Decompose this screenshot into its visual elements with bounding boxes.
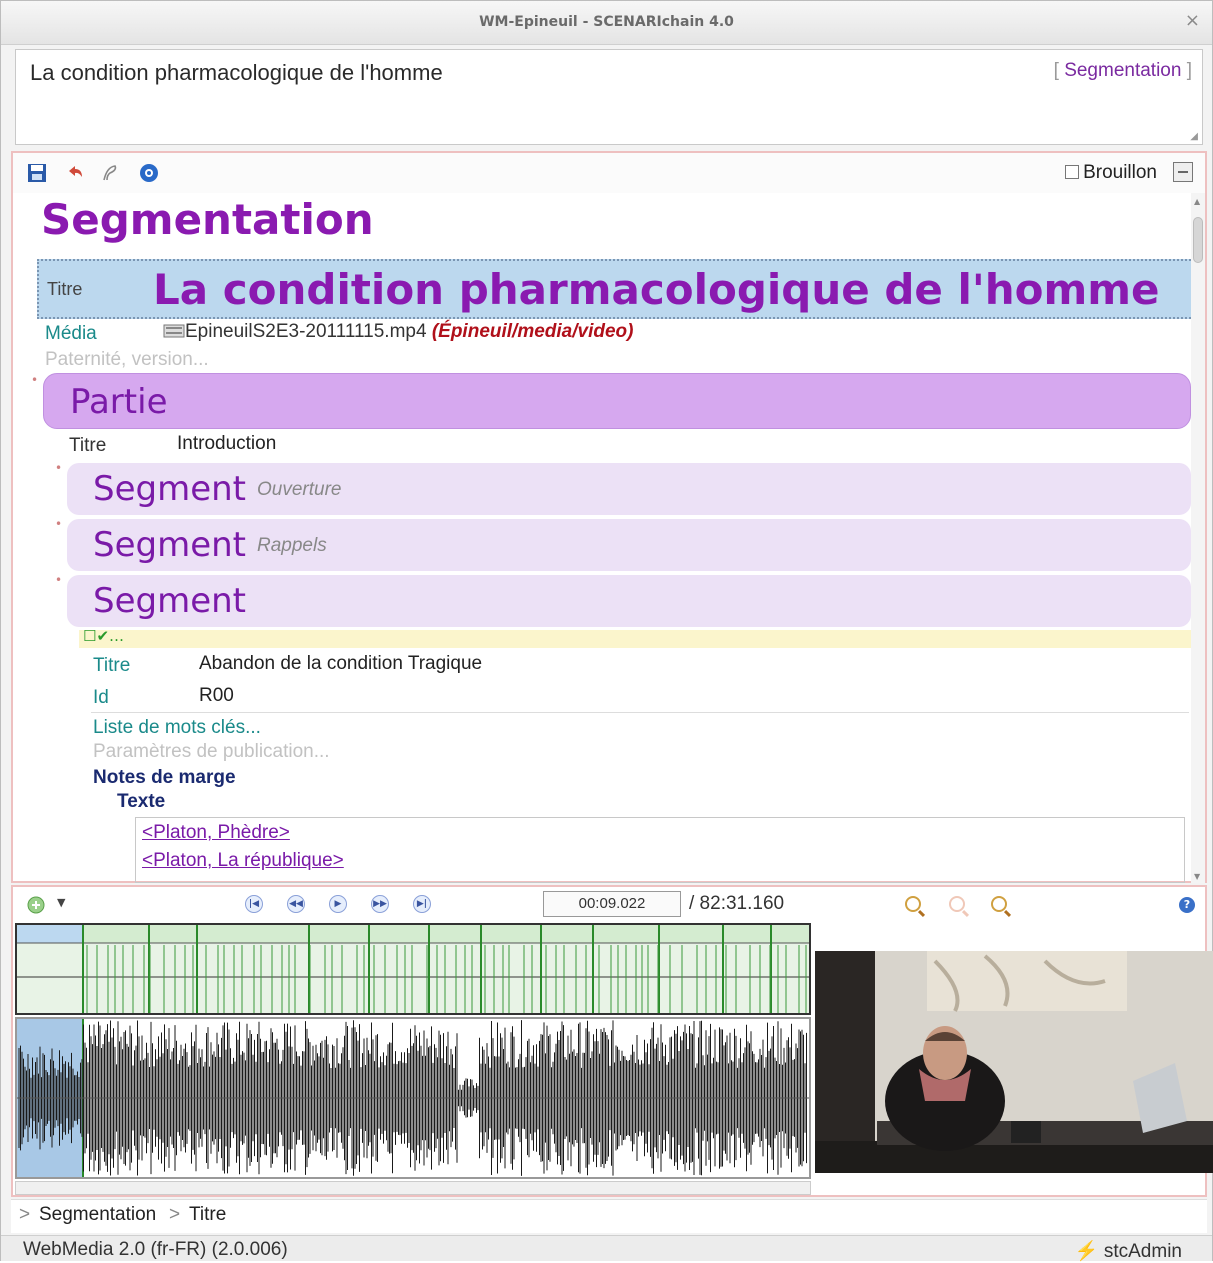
- model-label[interactable]: Segmentation: [1064, 60, 1181, 81]
- scroll-up-icon[interactable]: ▲: [1194, 197, 1200, 206]
- zoom-fit-icon[interactable]: [991, 896, 1007, 912]
- editor-scrollbar[interactable]: ▲ ▼: [1191, 193, 1205, 883]
- collapse-button[interactable]: [1173, 162, 1193, 182]
- authorship-link[interactable]: Paternité, version...: [45, 349, 209, 371]
- zoom-out-icon[interactable]: [949, 896, 965, 912]
- divider: [91, 712, 1189, 713]
- app-version: WebMedia 2.0 (fr-FR) (2.0.006): [23, 1239, 288, 1260]
- editor-toolbar: Brouillon: [13, 153, 1205, 193]
- segment-id-label: Id: [93, 687, 109, 708]
- margin-notes-label: Notes de marge: [93, 767, 236, 788]
- timeline-scrollbar[interactable]: [15, 1181, 811, 1195]
- audio-waveform[interactable]: [15, 1017, 811, 1179]
- app-window: WM-Epineuil - SCENARIchain 4.0 × La cond…: [0, 0, 1213, 1263]
- draft-checkbox-box[interactable]: [1065, 165, 1080, 179]
- partie-title-value[interactable]: Introduction: [177, 433, 276, 455]
- segment-title-label: Titre: [93, 655, 131, 676]
- partie-block[interactable]: Partie: [43, 373, 1191, 429]
- draft-checkbox[interactable]: Brouillon: [1065, 162, 1157, 184]
- model-link[interactable]: [ Segmentation ]: [1054, 60, 1192, 82]
- media-label: Média: [45, 323, 97, 344]
- breadcrumb: > Segmentation > Titre: [11, 1199, 1207, 1233]
- breadcrumb-separator: >: [169, 1204, 181, 1225]
- segment-subtitle: Ouverture: [257, 479, 342, 500]
- timeline-graphic: [17, 925, 809, 1013]
- media-player: ▼ |◀ ◀◀ ▶ ▶▶ ▶| 00:09.022 / 82:31.160 ?: [11, 885, 1213, 1197]
- document-header: La condition pharmacologique de l'homme …: [15, 49, 1203, 145]
- document-content: Segmentation Titre La condition pharmaco…: [13, 193, 1193, 883]
- fast-forward-icon[interactable]: ▶▶: [371, 895, 389, 913]
- draft-label: Brouillon: [1083, 162, 1157, 183]
- duration-label: / 82:31.160: [689, 893, 785, 914]
- breadcrumb-separator: >: [19, 1204, 31, 1225]
- insert-dot-icon[interactable]: •: [55, 517, 62, 531]
- help-icon[interactable]: ?: [1179, 897, 1195, 913]
- close-icon[interactable]: ×: [1185, 10, 1200, 31]
- insert-dot-icon[interactable]: •: [55, 573, 62, 587]
- undo-icon[interactable]: [65, 163, 85, 183]
- segment-title-value[interactable]: Abandon de la condition Tragique: [199, 653, 482, 675]
- model-heading: Segmentation: [41, 195, 374, 244]
- player-toolbar: ▼ |◀ ◀◀ ▶ ▶▶ ▶| 00:09.022 / 82:31.160 ?: [13, 887, 1205, 921]
- waveform-graphic: [17, 1019, 809, 1177]
- connection-icon: ⚡: [1074, 1241, 1099, 1262]
- text-block[interactable]: <Platon, Phèdre> <Platon, La république>: [135, 817, 1185, 883]
- preview-icon[interactable]: [139, 163, 159, 183]
- reference-link[interactable]: <Platon, Phèdre>: [142, 822, 290, 844]
- media-file-icon: [163, 324, 185, 338]
- title-field[interactable]: Titre La condition pharmacologique de l'…: [37, 259, 1193, 319]
- segment-block[interactable]: Segment Ouverture: [67, 463, 1191, 515]
- breadcrumb-item-titre[interactable]: Titre: [189, 1204, 226, 1226]
- segment-label: Segment: [93, 469, 246, 509]
- segment-subtitle: Rappels: [257, 535, 327, 556]
- breadcrumb-item-segmentation[interactable]: Segmentation: [39, 1204, 156, 1226]
- status-bar: WebMedia 2.0 (fr-FR) (2.0.006) ⚡ stcAdmi…: [1, 1235, 1212, 1263]
- segment-label: Segment: [93, 581, 246, 621]
- resize-grip-icon[interactable]: ◢: [1190, 131, 1198, 142]
- segment-id-value[interactable]: R00: [199, 685, 234, 707]
- skip-start-icon[interactable]: |◀: [245, 895, 263, 913]
- segment-status-bar: ☐✔…: [79, 627, 1191, 648]
- text-label: Texte: [117, 791, 166, 812]
- segment-block[interactable]: Segment Rappels: [67, 519, 1191, 571]
- validated-check-icon[interactable]: ☐✔…: [83, 627, 124, 645]
- scrollbar-thumb[interactable]: [1193, 217, 1203, 263]
- partie-label: Partie: [70, 382, 168, 422]
- sign-icon[interactable]: [101, 163, 121, 183]
- media-ref[interactable]: EpineuilS2E3-20111115.mp4 (Épineuil/medi…: [163, 321, 633, 343]
- window-title: WM-Epineuil - SCENARIchain 4.0: [479, 14, 734, 30]
- scroll-down-icon[interactable]: ▼: [1194, 872, 1200, 881]
- document-title: La condition pharmacologique de l'homme: [30, 60, 443, 85]
- keywords-link[interactable]: Liste de mots clés...: [93, 717, 261, 739]
- publication-params-link[interactable]: Paramètres de publication...: [93, 741, 330, 763]
- partie-title-label: Titre: [69, 435, 107, 456]
- video-frame: [815, 951, 1213, 1173]
- window-titlebar: WM-Epineuil - SCENARIchain 4.0 ×: [1, 1, 1212, 45]
- zoom-in-icon[interactable]: [905, 896, 921, 912]
- segment-timeline[interactable]: [15, 923, 811, 1015]
- segment-block-active[interactable]: Segment: [67, 575, 1191, 627]
- current-time-field[interactable]: 00:09.022: [543, 891, 681, 917]
- play-icon[interactable]: ▶: [329, 895, 347, 913]
- video-preview[interactable]: [815, 951, 1213, 1173]
- reference-link[interactable]: <Platon, La république>: [142, 850, 344, 872]
- media-path: (Épineuil/media/video): [431, 321, 634, 342]
- insert-dot-icon[interactable]: •: [55, 461, 62, 475]
- user-indicator[interactable]: ⚡ stcAdmin: [1075, 1239, 1182, 1263]
- media-filename[interactable]: EpineuilS2E3-20111115.mp4: [185, 321, 427, 342]
- skip-end-icon[interactable]: ▶|: [413, 895, 431, 913]
- editor-panel: Brouillon Segmentation Titre La conditio…: [11, 151, 1207, 883]
- user-name: stcAdmin: [1103, 1241, 1182, 1262]
- rewind-icon[interactable]: ◀◀: [287, 895, 305, 913]
- insert-dot-icon[interactable]: •: [31, 373, 38, 387]
- segment-label: Segment: [93, 525, 246, 565]
- save-icon[interactable]: [27, 163, 47, 183]
- title-field-value[interactable]: La condition pharmacologique de l'homme: [153, 265, 1160, 314]
- add-segment-icon[interactable]: [27, 896, 45, 914]
- title-field-label: Titre: [47, 279, 83, 299]
- chevron-down-icon[interactable]: ▼: [57, 896, 65, 909]
